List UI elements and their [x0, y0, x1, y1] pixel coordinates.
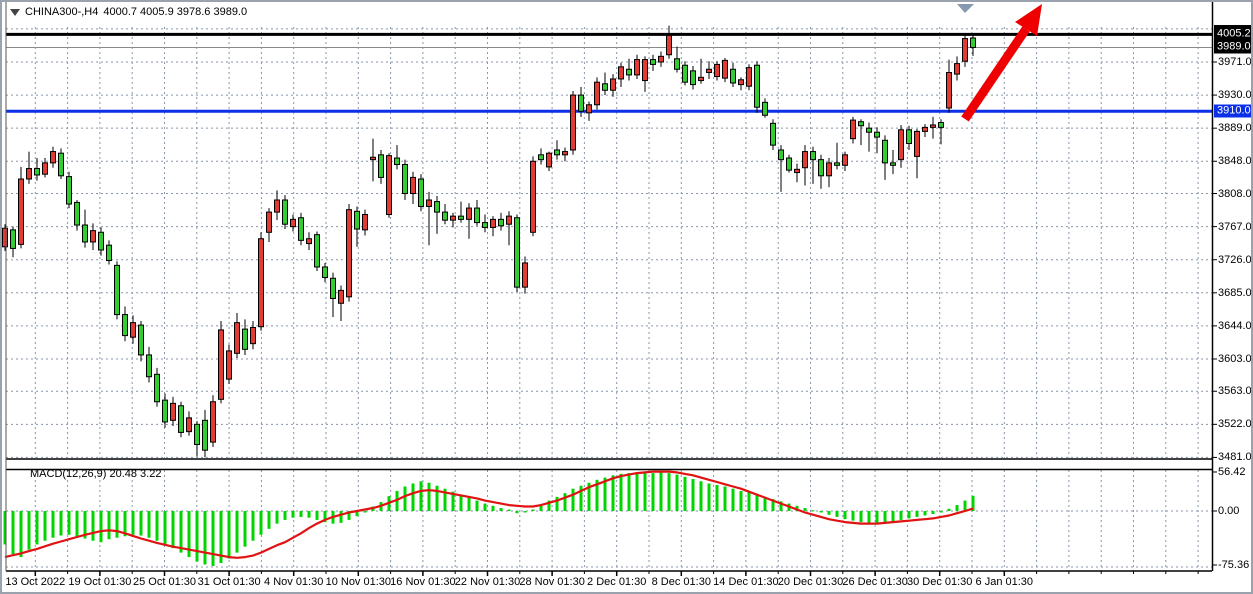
price-tick-label: 3481.0 [1218, 451, 1252, 463]
price-tick-label: 3685.0 [1218, 287, 1252, 299]
price-tick-label: 3563.0 [1218, 385, 1252, 397]
price-tick-label: 3808.0 [1218, 188, 1252, 200]
chart-window: CHINA300-,H4 4000.7 4005.9 3978.6 3989.0… [0, 0, 1253, 594]
price-tick-label: 3644.0 [1218, 320, 1252, 332]
date-tick-label: 6 Jan 01:30 [976, 576, 1034, 588]
chart-canvas[interactable] [2, 2, 1253, 594]
price-tick-label: 3522.0 [1218, 418, 1252, 430]
scroll-marker-triangle-icon[interactable] [957, 4, 974, 13]
date-tick-label: 14 Dec 01:30 [713, 576, 778, 588]
price-tick-label: 3726.0 [1218, 254, 1252, 266]
date-tick-label: 13 Oct 2022 [5, 576, 65, 588]
price-badge-3989: 3989.0 [1214, 41, 1253, 54]
symbol-timeframe-label: CHINA300-,H4 [25, 6, 98, 18]
macd-indicator-label: MACD(12,26,9) 20.48 3.22 [30, 468, 161, 480]
date-tick-label: 28 Nov 01:30 [519, 576, 584, 588]
date-tick-label: 22 Nov 01:30 [455, 576, 520, 588]
date-tick-label: 25 Oct 01:30 [133, 576, 196, 588]
price-tick-label: 3971.0 [1218, 56, 1252, 68]
macd-scale-label: -75.36 [1218, 559, 1249, 571]
date-tick-label: 19 Oct 01:30 [68, 576, 131, 588]
date-tick-label: 16 Nov 01:30 [390, 576, 455, 588]
macd-scale-label: 56.42 [1218, 466, 1246, 478]
price-tick-label: 3603.0 [1218, 353, 1252, 365]
price-tick-label: 3889.0 [1218, 122, 1252, 134]
date-tick-label: 10 Nov 01:30 [326, 576, 391, 588]
price-badge-4005: 4005.2 [1214, 28, 1253, 41]
date-tick-label: 8 Dec 01:30 [652, 576, 711, 588]
chart-title-bar: CHINA300-,H4 4000.7 4005.9 3978.6 3989.0 [10, 6, 247, 18]
price-tick-label: 3848.0 [1218, 155, 1252, 167]
date-tick-label: 31 Oct 01:30 [198, 576, 261, 588]
chart-menu-triangle-icon[interactable] [10, 9, 20, 16]
date-tick-label: 20 Dec 01:30 [778, 576, 843, 588]
price-tick-label: 3767.0 [1218, 221, 1252, 233]
macd-scale-label: 0.00 [1218, 505, 1239, 517]
ohlc-readout: 4000.7 4005.9 3978.6 3989.0 [103, 6, 247, 18]
date-tick-label: 26 Dec 01:30 [842, 576, 907, 588]
price-tick-label: 3930.0 [1218, 89, 1252, 101]
date-tick-label: 2 Dec 01:30 [587, 576, 646, 588]
date-tick-label: 30 Dec 01:30 [907, 576, 972, 588]
price-badge-3910: 3910.0 [1214, 105, 1253, 118]
date-tick-label: 4 Nov 01:30 [264, 576, 323, 588]
